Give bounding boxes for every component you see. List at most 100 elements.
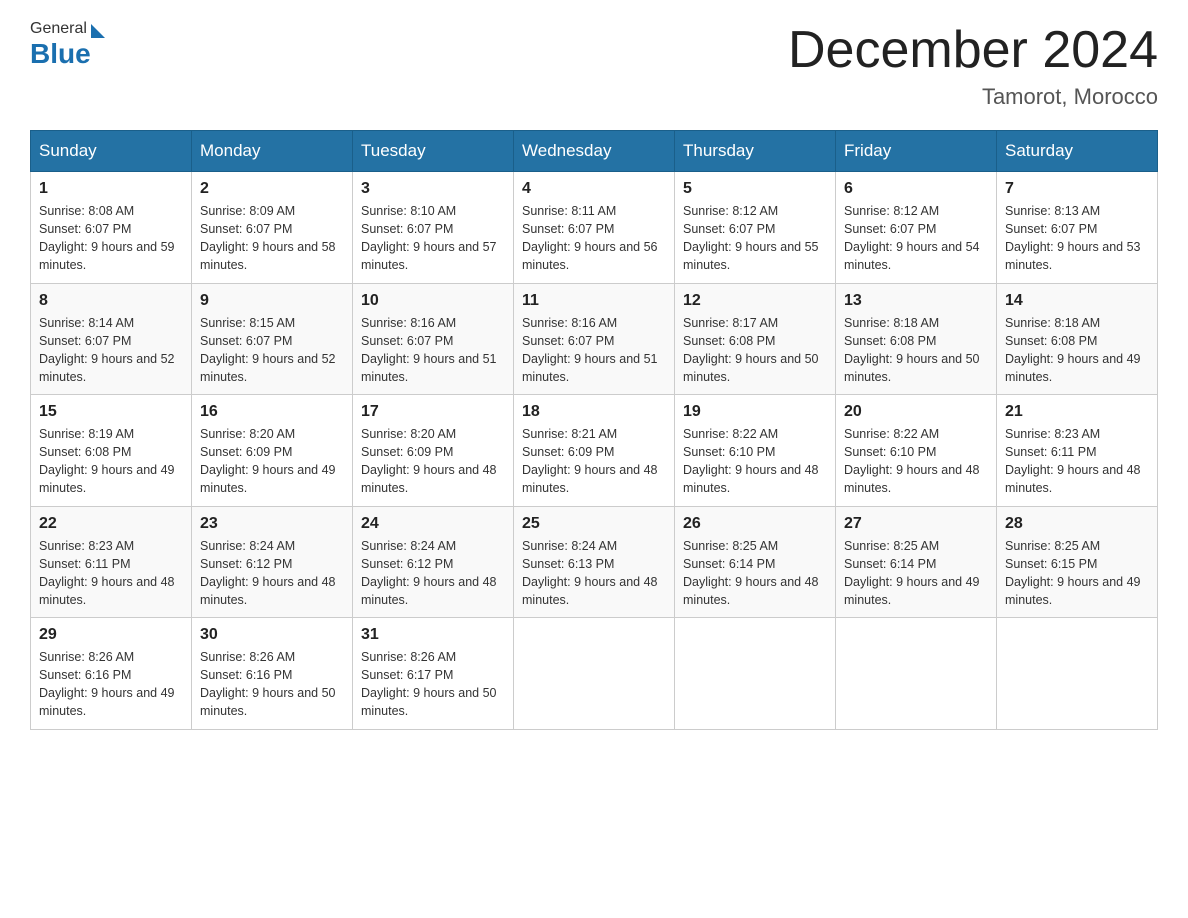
calendar-cell: 20 Sunrise: 8:22 AMSunset: 6:10 PMDayligh… — [836, 395, 997, 507]
calendar-cell: 24Sunrise: 8:24 AMSunset: 6:12 PMDayligh… — [353, 506, 514, 618]
day-number: 7 — [1005, 180, 1149, 198]
day-number: 27 — [844, 515, 988, 533]
day-info: Sunrise: 8:25 AMSunset: 6:14 PMDaylight:… — [683, 537, 827, 610]
day-info: Sunrise: 8:12 AMSunset: 6:07 PMDaylight:… — [844, 202, 988, 275]
calendar-cell: 19 Sunrise: 8:22 AMSunset: 6:10 PMDayligh… — [675, 395, 836, 507]
calendar-header-sunday: Sunday — [31, 131, 192, 172]
day-number: 15 — [39, 403, 183, 421]
calendar-week-row: 1 Sunrise: 8:08 AMSunset: 6:07 PMDaylight… — [31, 172, 1158, 284]
day-info: Sunrise: 8:18 AMSunset: 6:08 PMDaylight:… — [1005, 314, 1149, 387]
day-number: 21 — [1005, 403, 1149, 421]
calendar-cell: 1 Sunrise: 8:08 AMSunset: 6:07 PMDaylight… — [31, 172, 192, 284]
calendar-week-row: 22 Sunrise: 8:23 AMSunset: 6:11 PMDayligh… — [31, 506, 1158, 618]
day-number: 19 — [683, 403, 827, 421]
day-info: Sunrise: 8:21 AMSunset: 6:09 PMDaylight:… — [522, 425, 666, 498]
day-number: 30 — [200, 626, 344, 644]
day-info: Sunrise: 8:08 AMSunset: 6:07 PMDaylight:… — [39, 202, 183, 275]
day-info: Sunrise: 8:22 AMSunset: 6:10 PMDaylight:… — [683, 425, 827, 498]
calendar-week-row: 8 Sunrise: 8:14 AMSunset: 6:07 PMDaylight… — [31, 283, 1158, 395]
day-number: 11 — [522, 292, 666, 310]
calendar-cell: 21 Sunrise: 8:23 AMSunset: 6:11 PMDayligh… — [997, 395, 1158, 507]
calendar-cell: 22 Sunrise: 8:23 AMSunset: 6:11 PMDayligh… — [31, 506, 192, 618]
day-info: Sunrise: 8:20 AMSunset: 6:09 PMDaylight:… — [200, 425, 344, 498]
day-info: Sunrise: 8:13 AMSunset: 6:07 PMDaylight:… — [1005, 202, 1149, 275]
day-number: 13 — [844, 292, 988, 310]
day-info: Sunrise: 8:22 AMSunset: 6:10 PMDaylight:… — [844, 425, 988, 498]
logo-general-text: General — [30, 20, 87, 38]
calendar-cell — [514, 618, 675, 730]
day-number: 14 — [1005, 292, 1149, 310]
day-number: 1 — [39, 180, 183, 198]
day-info: Sunrise: 8:24 AMSunset: 6:12 PMDaylight:… — [200, 537, 344, 610]
calendar-cell: 13 Sunrise: 8:18 AMSunset: 6:08 PMDayligh… — [836, 283, 997, 395]
calendar-cell: 31Sunrise: 8:26 AMSunset: 6:17 PMDayligh… — [353, 618, 514, 730]
calendar-cell — [836, 618, 997, 730]
day-number: 23 — [200, 515, 344, 533]
calendar-cell: 15Sunrise: 8:19 AMSunset: 6:08 PMDayligh… — [31, 395, 192, 507]
day-info: Sunrise: 8:09 AMSunset: 6:07 PMDaylight:… — [200, 202, 344, 275]
day-number: 9 — [200, 292, 344, 310]
calendar-cell: 17Sunrise: 8:20 AMSunset: 6:09 PMDayligh… — [353, 395, 514, 507]
calendar-cell: 25 Sunrise: 8:24 AMSunset: 6:13 PMDayligh… — [514, 506, 675, 618]
title-section: December 2024 Tamorot, Morocco — [788, 20, 1158, 110]
calendar-cell: 14 Sunrise: 8:18 AMSunset: 6:08 PMDayligh… — [997, 283, 1158, 395]
calendar-week-row: 29Sunrise: 8:26 AMSunset: 6:16 PMDayligh… — [31, 618, 1158, 730]
day-info: Sunrise: 8:16 AMSunset: 6:07 PMDaylight:… — [361, 314, 505, 387]
day-info: Sunrise: 8:11 AMSunset: 6:07 PMDaylight:… — [522, 202, 666, 275]
calendar-cell: 27 Sunrise: 8:25 AMSunset: 6:14 PMDayligh… — [836, 506, 997, 618]
day-info: Sunrise: 8:20 AMSunset: 6:09 PMDaylight:… — [361, 425, 505, 498]
day-number: 20 — [844, 403, 988, 421]
day-number: 16 — [200, 403, 344, 421]
location-text: Tamorot, Morocco — [788, 84, 1158, 110]
calendar-cell: 29Sunrise: 8:26 AMSunset: 6:16 PMDayligh… — [31, 618, 192, 730]
day-info: Sunrise: 8:23 AMSunset: 6:11 PMDaylight:… — [1005, 425, 1149, 498]
day-number: 4 — [522, 180, 666, 198]
calendar-header-monday: Monday — [192, 131, 353, 172]
day-info: Sunrise: 8:25 AMSunset: 6:14 PMDaylight:… — [844, 537, 988, 610]
day-info: Sunrise: 8:10 AMSunset: 6:07 PMDaylight:… — [361, 202, 505, 275]
day-number: 6 — [844, 180, 988, 198]
day-info: Sunrise: 8:26 AMSunset: 6:16 PMDaylight:… — [39, 648, 183, 721]
day-number: 24 — [361, 515, 505, 533]
logo-blue-text: Blue — [30, 38, 91, 70]
day-info: Sunrise: 8:18 AMSunset: 6:08 PMDaylight:… — [844, 314, 988, 387]
calendar-cell: 26 Sunrise: 8:25 AMSunset: 6:14 PMDayligh… — [675, 506, 836, 618]
month-title: December 2024 — [788, 20, 1158, 80]
calendar-header-friday: Friday — [836, 131, 997, 172]
page-header: General Blue December 2024 Tamorot, Moro… — [30, 20, 1158, 110]
calendar-cell: 28 Sunrise: 8:25 AMSunset: 6:15 PMDayligh… — [997, 506, 1158, 618]
logo: General Blue — [30, 20, 105, 70]
calendar-header-saturday: Saturday — [997, 131, 1158, 172]
day-number: 25 — [522, 515, 666, 533]
calendar-week-row: 15Sunrise: 8:19 AMSunset: 6:08 PMDayligh… — [31, 395, 1158, 507]
day-info: Sunrise: 8:15 AMSunset: 6:07 PMDaylight:… — [200, 314, 344, 387]
day-number: 31 — [361, 626, 505, 644]
day-number: 26 — [683, 515, 827, 533]
day-info: Sunrise: 8:24 AMSunset: 6:13 PMDaylight:… — [522, 537, 666, 610]
day-info: Sunrise: 8:23 AMSunset: 6:11 PMDaylight:… — [39, 537, 183, 610]
calendar-header-tuesday: Tuesday — [353, 131, 514, 172]
calendar-cell: 30 Sunrise: 8:26 AMSunset: 6:16 PMDayligh… — [192, 618, 353, 730]
calendar-cell: 11 Sunrise: 8:16 AMSunset: 6:07 PMDayligh… — [514, 283, 675, 395]
day-info: Sunrise: 8:25 AMSunset: 6:15 PMDaylight:… — [1005, 537, 1149, 610]
day-info: Sunrise: 8:14 AMSunset: 6:07 PMDaylight:… — [39, 314, 183, 387]
day-number: 3 — [361, 180, 505, 198]
calendar-cell: 7 Sunrise: 8:13 AMSunset: 6:07 PMDaylight… — [997, 172, 1158, 284]
calendar-cell: 2Sunrise: 8:09 AMSunset: 6:07 PMDaylight… — [192, 172, 353, 284]
day-number: 28 — [1005, 515, 1149, 533]
calendar-cell: 6 Sunrise: 8:12 AMSunset: 6:07 PMDaylight… — [836, 172, 997, 284]
calendar-body: 1 Sunrise: 8:08 AMSunset: 6:07 PMDaylight… — [31, 172, 1158, 730]
calendar-cell: 9 Sunrise: 8:15 AMSunset: 6:07 PMDaylight… — [192, 283, 353, 395]
day-info: Sunrise: 8:26 AMSunset: 6:16 PMDaylight:… — [200, 648, 344, 721]
day-number: 5 — [683, 180, 827, 198]
day-info: Sunrise: 8:16 AMSunset: 6:07 PMDaylight:… — [522, 314, 666, 387]
calendar-cell: 16 Sunrise: 8:20 AMSunset: 6:09 PMDayligh… — [192, 395, 353, 507]
day-info: Sunrise: 8:12 AMSunset: 6:07 PMDaylight:… — [683, 202, 827, 275]
calendar-cell: 10 Sunrise: 8:16 AMSunset: 6:07 PMDayligh… — [353, 283, 514, 395]
day-number: 22 — [39, 515, 183, 533]
logo-arrow-icon — [91, 24, 105, 38]
calendar-cell: 4 Sunrise: 8:11 AMSunset: 6:07 PMDaylight… — [514, 172, 675, 284]
day-number: 8 — [39, 292, 183, 310]
calendar-cell: 12Sunrise: 8:17 AMSunset: 6:08 PMDayligh… — [675, 283, 836, 395]
day-number: 10 — [361, 292, 505, 310]
